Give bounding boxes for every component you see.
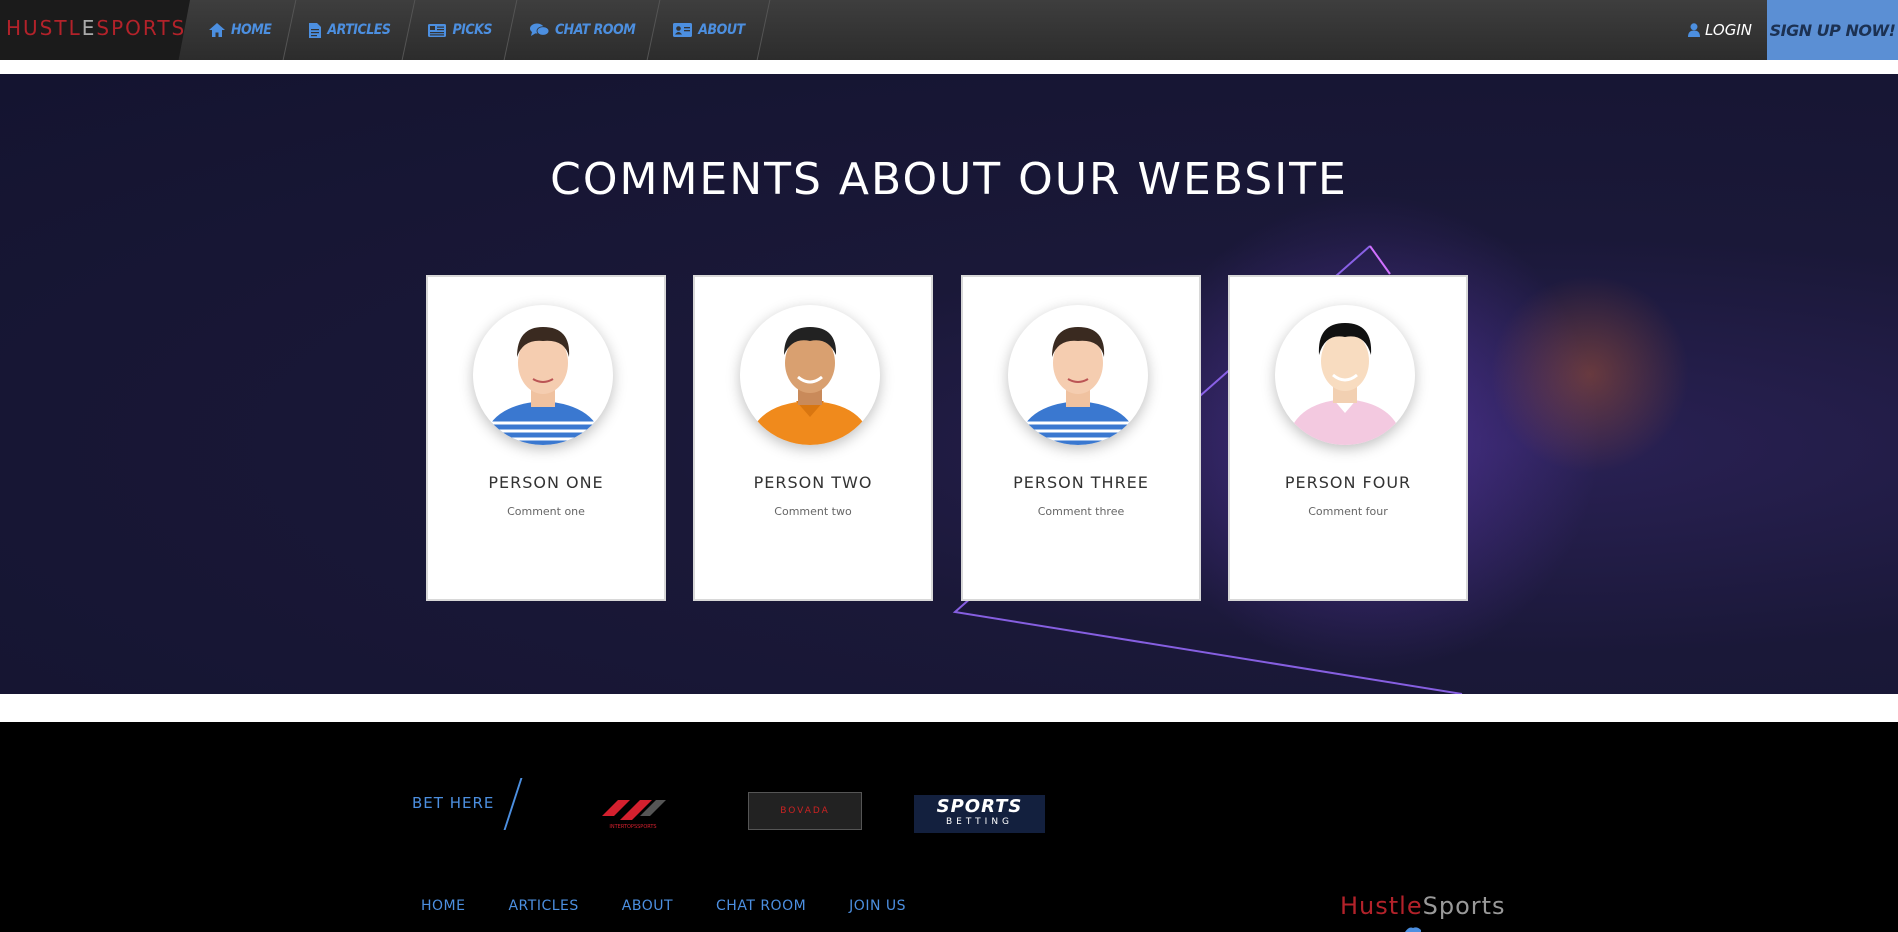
footer-link-join-us[interactable]: JOIN US [849, 898, 906, 914]
home-icon [209, 23, 225, 37]
footer-brand: HustleSports [1340, 892, 1506, 920]
avatar [473, 305, 613, 445]
footer-link-chat-room[interactable]: CHAT ROOM [716, 898, 806, 914]
nav-chat-room[interactable]: CHAT ROOM [511, 0, 654, 60]
user-icon [1688, 23, 1700, 37]
intertops-logo[interactable]: INTERTOPSSPORTS [596, 790, 670, 834]
avatar [1275, 305, 1415, 445]
testimonial-card: PERSON TWO Comment two [693, 275, 933, 601]
footer-link-home[interactable]: HOME [421, 898, 465, 914]
footer-brand-hustle: Hustle [1340, 892, 1423, 920]
nav-chat-room-label: CHAT ROOM [554, 22, 636, 38]
nav-articles-label: ARTICLES [327, 22, 391, 38]
person-comment: Comment four [1308, 505, 1388, 518]
person-name: PERSON FOUR [1284, 473, 1412, 492]
bet-here-label: BET HERE [412, 794, 495, 812]
twitter-icon[interactable] [1405, 926, 1421, 932]
brand-text: HUSTLESPORTS [6, 16, 187, 40]
section-title: COMMENTS ABOUT OUR WEBSITE [550, 154, 1348, 205]
footer: BET HERE INTERTOPSSPORTS BOVADA SPORTS B… [0, 722, 1898, 932]
nav-home-label: HOME [231, 22, 272, 38]
footer-nav: HOME ARTICLES ABOUT CHAT ROOM JOIN US [421, 898, 949, 914]
login-label: LOGIN [1705, 21, 1752, 39]
nav-about-label: ABOUT [698, 22, 745, 38]
sportsbetting-logo[interactable]: SPORTS BETTING [914, 795, 1045, 833]
svg-text:INTERTOPSSPORTS: INTERTOPSSPORTS [609, 824, 656, 830]
nav-home[interactable]: HOME [190, 0, 290, 60]
id-card-icon [673, 23, 693, 37]
brand-logo[interactable]: HUSTLESPORTS [0, 0, 190, 60]
sportsbetting-logo-line2: BETTING [945, 817, 1014, 827]
nav-picks[interactable]: PICKS [409, 0, 511, 60]
login-link[interactable]: LOGIN [1688, 0, 1752, 60]
top-navbar: HUSTLESPORTS HOME ARTICLES PICKS CHAT RO… [0, 0, 1898, 60]
testimonial-card: PERSON THREE Comment three [961, 275, 1201, 601]
chat-icon [529, 23, 549, 36]
bovada-logo[interactable]: BOVADA [748, 792, 862, 830]
signup-button[interactable]: SIGN UP NOW! [1767, 0, 1898, 60]
avatar [740, 305, 880, 445]
testimonial-card: PERSON FOUR Comment four [1228, 275, 1468, 601]
person-name: PERSON ONE [488, 473, 604, 492]
avatar [1008, 305, 1148, 445]
nav-articles[interactable]: ARTICLES [290, 0, 409, 60]
nav-picks-label: PICKS [452, 22, 492, 38]
footer-brand-sports: Sports [1422, 892, 1506, 920]
footer-link-articles[interactable]: ARTICLES [508, 898, 578, 914]
comments-section: COMMENTS ABOUT OUR WEBSITE PERSON ONE Co… [0, 74, 1898, 694]
person-name: PERSON TWO [753, 473, 873, 492]
person-name: PERSON THREE [1013, 473, 1149, 492]
newspaper-icon [428, 23, 447, 37]
person-comment: Comment three [1037, 505, 1125, 518]
sportsbetting-logo-line1: SPORTS [936, 796, 1023, 817]
person-comment: Comment one [507, 505, 585, 518]
nav-about[interactable]: ABOUT [654, 0, 763, 60]
testimonial-card: PERSON ONE Comment one [426, 275, 666, 601]
document-icon [309, 22, 322, 38]
divider-slash [503, 778, 523, 830]
footer-link-about[interactable]: ABOUT [622, 898, 673, 914]
person-comment: Comment two [774, 505, 852, 518]
